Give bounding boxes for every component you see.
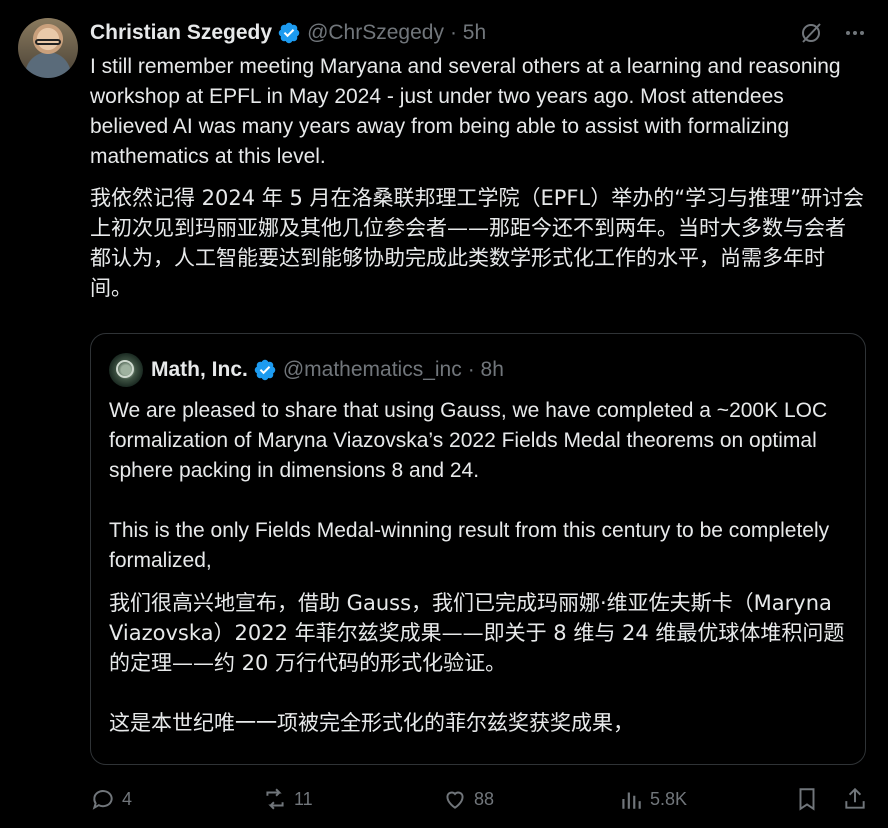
bookmark-icon (799, 788, 815, 811)
verified-badge-icon[interactable] (277, 21, 301, 45)
quoted-text-english-1: We are pleased to share that using Gauss… (109, 399, 828, 482)
quoted-post-card[interactable]: Math, Inc. @mathematics_inc · 8h We are … (90, 333, 866, 765)
reply-icon (92, 790, 113, 810)
share-button[interactable] (842, 786, 868, 812)
post-top-actions (798, 20, 868, 46)
grok-icon[interactable] (798, 20, 824, 46)
views-button[interactable]: 5.8K (618, 786, 687, 812)
quoted-author-name: Math, Inc. (151, 358, 248, 381)
quoted-text-chinese-1: 我们很高兴地宣布，借助 Gauss，我们已完成玛丽娜·维亚佐夫斯卡（Maryna… (109, 591, 845, 675)
views-icon (622, 792, 641, 809)
author-avatar[interactable] (18, 18, 78, 78)
more-icon[interactable] (842, 20, 868, 46)
author-name[interactable]: Christian Szegedy (90, 21, 272, 45)
like-button[interactable]: 88 (442, 786, 494, 812)
quoted-post-time: · 8h (467, 358, 504, 381)
like-icon (446, 791, 464, 809)
share-icon (845, 787, 865, 809)
post-text-english: I still remember meeting Maryana and sev… (90, 55, 841, 168)
verified-badge-icon (253, 358, 277, 382)
post-header: Christian Szegedy @ChrSzegedy · 5h (90, 20, 486, 46)
repost-count: 11 (294, 788, 313, 809)
repost-button[interactable]: 11 (262, 786, 313, 812)
reply-count: 4 (122, 788, 133, 809)
quoted-author-avatar (109, 353, 143, 387)
bookmark-button[interactable] (794, 786, 820, 812)
repost-icon (266, 788, 284, 810)
post-action-bar: 4 11 88 5.8K (90, 786, 870, 816)
quoted-text-english-2: This is the only Fields Medal-winning re… (109, 519, 830, 572)
post-text-chinese: 我依然记得 2024 年 5 月在洛桑联邦理工学院（EPFL）举办的“学习与推理… (90, 186, 864, 300)
author-handle[interactable]: @ChrSzegedy (307, 21, 444, 45)
reply-button[interactable]: 4 (90, 786, 132, 812)
quoted-text-chinese-2: 这是本世纪唯一一项被完全形式化的菲尔兹奖获奖成果， (109, 711, 634, 735)
quoted-post-header: Math, Inc. @mathematics_inc · 8h (109, 353, 504, 387)
post-time[interactable]: · 5h (450, 21, 486, 45)
like-count: 88 (474, 788, 495, 809)
views-count: 5.8K (650, 788, 688, 809)
quoted-author-handle: @mathematics_inc (282, 358, 462, 381)
